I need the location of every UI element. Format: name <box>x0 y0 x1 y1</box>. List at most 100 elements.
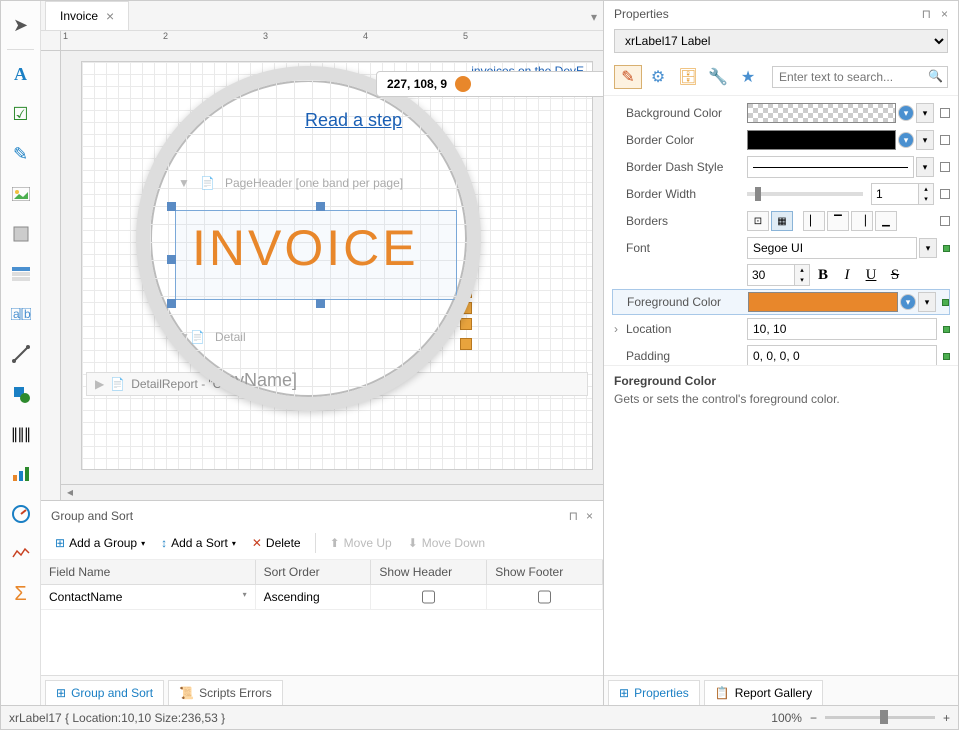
search-icon: 🔍 <box>928 69 943 83</box>
panel-tool[interactable] <box>3 216 39 252</box>
tab-group-sort[interactable]: ⊞Group and Sort <box>45 680 164 705</box>
delete-button[interactable]: ✕Delete <box>246 533 307 553</box>
chevron-down-icon[interactable]: ▾ <box>916 157 934 177</box>
border-bottom[interactable]: ▁ <box>875 211 897 231</box>
barcode-tool[interactable]: ∥∥∥ <box>3 416 39 452</box>
prop-marker[interactable] <box>940 216 950 226</box>
line-tool[interactable] <box>3 336 39 372</box>
svg-text:b: b <box>24 308 31 320</box>
location-input[interactable] <box>747 318 937 340</box>
characterbox-tool[interactable]: ab <box>3 296 39 332</box>
prop-marker[interactable] <box>940 162 950 172</box>
underline-button[interactable]: U <box>860 264 882 286</box>
category-data[interactable]: 🗄 <box>674 65 702 89</box>
border-width-slider[interactable] <box>747 192 863 196</box>
font-size-input[interactable] <box>747 264 795 286</box>
toolbox: ➤ A ☑ ✎ ab ∥∥∥ Σ <box>1 1 41 705</box>
selected-label[interactable]: INVOICE <box>175 210 457 300</box>
col-field-name[interactable]: Field Name <box>41 560 256 584</box>
chevron-down-icon[interactable]: ▾ <box>916 130 934 150</box>
shape-tool[interactable] <box>3 376 39 412</box>
border-all[interactable]: ▦ <box>771 211 793 231</box>
col-show-footer[interactable]: Show Footer <box>487 560 603 584</box>
sort-order-value[interactable]: Ascending <box>256 585 372 609</box>
spin-up[interactable]: ▴ <box>795 265 809 275</box>
chart-tool[interactable] <box>3 456 39 492</box>
tab-close-icon[interactable]: × <box>106 8 114 24</box>
pointer-tool[interactable]: ➤ <box>3 7 39 43</box>
move-down-button: ⬇Move Down <box>402 533 491 553</box>
bg-color-swatch[interactable] <box>747 103 896 123</box>
chevron-down-icon[interactable]: ▾ <box>919 238 937 258</box>
prop-marker-modified[interactable] <box>943 353 950 360</box>
spin-down[interactable]: ▾ <box>795 275 809 285</box>
border-none[interactable]: ⊡ <box>747 211 769 231</box>
chevron-down-icon[interactable]: ▾ <box>916 103 934 123</box>
prop-fg-color-label: Foreground Color <box>613 295 748 309</box>
col-show-header[interactable]: Show Header <box>371 560 487 584</box>
add-group-button[interactable]: ⊞Add a Group▾ <box>49 533 151 553</box>
show-header-checkbox[interactable] <box>422 590 435 604</box>
report-designer[interactable]: 12345 invoices on the DevE eating invoic… <box>41 31 603 500</box>
sparkline-tool[interactable] <box>3 536 39 572</box>
color-dropdown-icon[interactable]: ▾ <box>898 132 914 148</box>
checkbox-tool[interactable]: ☑ <box>3 96 39 132</box>
label-tool[interactable]: A <box>3 56 39 92</box>
prop-marker-modified[interactable] <box>943 245 950 252</box>
close-icon[interactable]: × <box>586 509 593 523</box>
prop-marker-modified[interactable] <box>942 299 949 306</box>
table-tool[interactable] <box>3 256 39 292</box>
category-behavior[interactable]: ⚙ <box>644 65 672 89</box>
tab-scripts-errors[interactable]: 📜Scripts Errors <box>168 680 283 705</box>
strikeout-button[interactable]: S <box>884 264 906 286</box>
category-misc[interactable]: 🔧 <box>704 65 732 89</box>
padding-input[interactable] <box>747 345 937 365</box>
vertical-ruler <box>41 51 61 500</box>
summary-tool[interactable]: Σ <box>3 576 39 612</box>
invoice-text: INVOICE <box>176 211 456 285</box>
border-width-input[interactable] <box>871 183 919 205</box>
prop-marker[interactable] <box>940 108 950 118</box>
col-sort-order[interactable]: Sort Order <box>256 560 372 584</box>
zoom-in-button[interactable]: + <box>943 711 950 725</box>
border-left[interactable]: ▏ <box>803 211 825 231</box>
zoom-slider[interactable] <box>825 716 935 719</box>
desc-title: Foreground Color <box>614 374 948 388</box>
gauge-tool[interactable] <box>3 496 39 532</box>
picturebox-tool[interactable] <box>3 176 39 212</box>
fg-color-swatch[interactable] <box>748 292 898 312</box>
add-sort-button[interactable]: ↕Add a Sort▾ <box>155 533 242 553</box>
pin-icon[interactable]: ⊓ <box>569 509 578 523</box>
prop-location-label[interactable]: Location <box>612 322 747 336</box>
prop-marker-modified[interactable] <box>943 326 950 333</box>
pin-icon[interactable]: ⊓ <box>922 7 931 21</box>
border-color-swatch[interactable] <box>747 130 896 150</box>
tab-report-gallery[interactable]: 📋Report Gallery <box>704 680 823 705</box>
category-appearance[interactable]: ✎ <box>614 65 642 89</box>
border-dash-value[interactable] <box>747 156 914 178</box>
italic-button[interactable]: I <box>836 264 858 286</box>
spin-up[interactable]: ▴ <box>919 184 933 194</box>
close-icon[interactable]: × <box>941 7 948 21</box>
show-footer-checkbox[interactable] <box>538 590 551 604</box>
tab-properties[interactable]: ⊞Properties <box>608 680 700 705</box>
prop-marker[interactable] <box>940 189 950 199</box>
spin-down[interactable]: ▾ <box>919 194 933 204</box>
prop-marker[interactable] <box>940 135 950 145</box>
richtext-tool[interactable]: ✎ <box>3 136 39 172</box>
table-row[interactable]: ContactName▾ Ascending <box>41 585 603 610</box>
object-selector[interactable]: xrLabel17 Label <box>614 29 948 53</box>
tab-overflow-icon[interactable]: ▾ <box>585 4 603 30</box>
border-top[interactable]: ▔ <box>827 211 849 231</box>
color-dropdown-icon[interactable]: ▾ <box>900 294 916 310</box>
chevron-down-icon[interactable]: ▾ <box>918 292 936 312</box>
color-dropdown-icon[interactable]: ▾ <box>898 105 914 121</box>
bold-button[interactable]: B <box>812 264 834 286</box>
border-right[interactable]: ▕ <box>851 211 873 231</box>
tab-invoice[interactable]: Invoice × <box>45 1 129 30</box>
font-name-input[interactable] <box>747 237 917 259</box>
horizontal-scrollbar[interactable]: ◂ <box>61 484 603 500</box>
category-favorites[interactable]: ★ <box>734 65 762 89</box>
zoom-out-button[interactable]: − <box>810 711 817 725</box>
property-search-input[interactable] <box>772 66 948 88</box>
